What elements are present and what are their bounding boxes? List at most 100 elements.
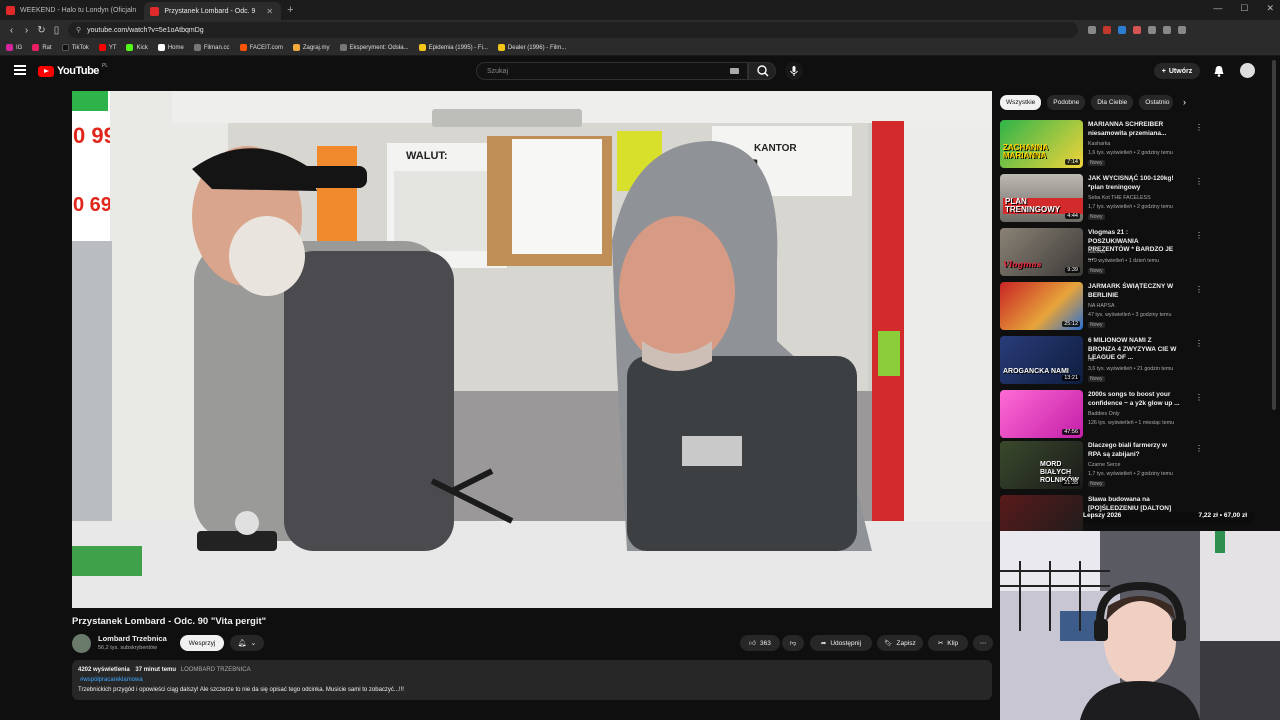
bookmark-item[interactable]: Dealer (1996) - Film... [497, 44, 566, 51]
minimize-icon[interactable]: — [1213, 3, 1222, 14]
video-thumbnail[interactable]: PLAN TRENINGOWY 4:44 [1000, 174, 1083, 222]
recommendation-item[interactable]: MORD BIAŁYCH ROLNIKÓW 21:35 Dlaczego bia… [1000, 441, 1203, 491]
share-button[interactable]: ➦ Udostępnij [810, 635, 872, 651]
more-vertical-icon[interactable]: ⋮ [1195, 231, 1203, 240]
video-thumbnail[interactable] [1000, 495, 1083, 531]
bookmark-item[interactable]: IG [6, 44, 22, 51]
video-thumbnail[interactable]: MORD BIAŁYCH ROLNIKÓW 21:35 [1000, 441, 1083, 489]
page-scrollbar[interactable] [1272, 60, 1276, 410]
new-badge: Nowy [1088, 376, 1105, 382]
menu-kebab-icon[interactable] [1178, 26, 1186, 34]
recommendation-title: JAK WYCISNĄĆ 100-120kg! *plan treningowy [1088, 175, 1174, 191]
description-meta: 4202 wyświetlenia 37 minut temu LOOMBARD… [78, 667, 251, 673]
chip-for-you[interactable]: Dla Ciebie [1091, 95, 1134, 110]
keyboard-icon[interactable] [730, 68, 739, 74]
voice-search-button[interactable] [785, 62, 803, 80]
clip-button[interactable]: ✂ Klip [928, 635, 968, 651]
recommendation-item[interactable]: ZACHANNA MARIANNA 7:14 MARIANNA SCHREIBE… [1000, 120, 1203, 170]
forward-icon[interactable]: › [19, 25, 34, 36]
upload-time: 37 minut temu [135, 667, 177, 673]
bookmark-item[interactable]: Eksperyment: Odsła... [339, 44, 409, 51]
extension-icon[interactable] [1088, 26, 1096, 34]
save-button[interactable]: 🔖︎ Zapisz [877, 635, 923, 651]
subscription-notifications-button[interactable]: 🔔︎ ⌄ [230, 635, 264, 651]
video-thumbnail[interactable]: 25:12 [1000, 282, 1083, 330]
new-badge: Nowy [1088, 322, 1105, 328]
bookmark-item[interactable]: Epidemia (1995) - Fi... [418, 44, 488, 51]
chip-all[interactable]: Wszystkie [1000, 95, 1042, 110]
support-button[interactable]: Wesprzyj [180, 635, 224, 651]
back-icon[interactable]: ‹ [4, 25, 19, 36]
recommendation-title: MARIANNA SCHREIBER niesamowita przemiana… [1088, 121, 1167, 137]
bookmark-page-icon[interactable]: ▯ [49, 25, 64, 36]
channel-name[interactable]: Lombard Trzebnica [98, 634, 167, 643]
recommendation-meta: 126 tys. wyświetleń • 1 miesiąc temu [1088, 420, 1175, 426]
bookmark-item[interactable]: Filman.cc [193, 44, 230, 51]
bookmark-item[interactable]: TikTok [61, 44, 89, 51]
recommendation-item[interactable]: 47:56 2000s songs to boost your confiden… [1000, 390, 1203, 440]
search-button[interactable] [748, 62, 776, 80]
browser-tab-active[interactable]: Przystanek Lombard - Odc. 9 ✕ [144, 2, 282, 20]
save-icon: 🔖︎ [884, 640, 893, 647]
maximize-icon[interactable]: ☐ [1240, 3, 1248, 14]
recommendation-item[interactable]: 25:12 JARMARK ŚWIĄTECZNY W BERLINIE NA H… [1000, 282, 1203, 332]
video-player[interactable]: 0 99 0 690 WALUT: KANTOR € [72, 91, 992, 608]
extension-icon[interactable] [1148, 26, 1156, 34]
youtube-favicon-icon [6, 5, 15, 15]
close-window-icon[interactable]: ✕ [1266, 3, 1274, 14]
extension-icon[interactable] [1118, 26, 1126, 34]
ticker-left-text: Lepszy 2026 [1083, 512, 1122, 519]
chip-recent[interactable]: Ostatnio [1139, 95, 1174, 110]
address-bar[interactable]: ⚲ youtube.com/watch?v=5e1oAtbqmDg [68, 22, 1078, 38]
create-button[interactable]: + Utwórz [1154, 63, 1200, 79]
description-box[interactable] [72, 660, 992, 700]
more-vertical-icon[interactable]: ⋮ [1195, 339, 1203, 348]
browser-toolbar: ‹ › ↻ ▯ ⚲ youtube.com/watch?v=5e1oAtbqmD… [0, 20, 1280, 40]
bookmark-item[interactable]: Rat [32, 44, 52, 51]
video-thumbnail[interactable]: Vlogmas 9:39 [1000, 228, 1083, 276]
channel-avatar[interactable] [72, 634, 91, 653]
more-vertical-icon[interactable]: ⋮ [1195, 123, 1203, 132]
recommendation-item[interactable]: PLAN TRENINGOWY 4:44 JAK WYCISNĄĆ 100-12… [1000, 174, 1203, 224]
download-icon[interactable] [1163, 26, 1171, 34]
bookmark-item[interactable]: FACEIT.com [239, 44, 283, 51]
more-vertical-icon[interactable]: ⋮ [1195, 444, 1203, 453]
recommendation-meta: 47 tys. wyświetleń • 3 godziny temu [1088, 312, 1172, 318]
more-vertical-icon[interactable]: ⋮ [1195, 393, 1203, 402]
bookmark-item[interactable]: Home [157, 44, 184, 51]
chip-related[interactable]: Podobne [1047, 95, 1086, 110]
bookmark-item[interactable]: Zagraj.my [292, 44, 330, 51]
more-horizontal-icon: ⋯ [979, 640, 987, 647]
video-thumbnail[interactable]: 47:56 [1000, 390, 1083, 438]
recommendation-title: 6 MILIONOW NAMI Z BRONZA 4 ZWYZYWA CIE W… [1088, 337, 1177, 361]
new-tab-icon[interactable]: + [281, 4, 299, 16]
reload-icon[interactable]: ↻ [34, 25, 49, 36]
recommendation-item[interactable]: AROGANCKA NAMI 13:21 6 MILIONOW NAMI Z B… [1000, 336, 1203, 386]
stream-ticker-overlay: Lepszy 2026 7,22 zł • 67,00 zł [1083, 512, 1253, 524]
like-button[interactable]: 👍︎ 363 [740, 635, 780, 651]
video-thumbnail[interactable]: AROGANCKA NAMI 13:21 [1000, 336, 1083, 384]
video-thumbnail[interactable]: ZACHANNA MARIANNA 7:14 [1000, 120, 1083, 168]
extension-icon[interactable] [1103, 26, 1111, 34]
close-tab-icon[interactable]: ✕ [266, 7, 273, 16]
search-input[interactable]: Szukaj [476, 62, 748, 80]
recommendation-meta: 1,7 tys. wyświetleń • 2 godziny temu [1088, 471, 1173, 477]
site-info-icon[interactable]: ⚲ [76, 26, 81, 34]
notifications-bell-icon[interactable] [1212, 64, 1226, 78]
bookmark-item[interactable]: Kick [126, 44, 148, 51]
bookmarks-bar: IG Rat TikTok YT Kick Home Filman.cc FAC… [0, 40, 1280, 56]
more-vertical-icon[interactable]: ⋮ [1195, 285, 1203, 294]
bookmark-item[interactable]: YT [98, 44, 116, 51]
dislike-button[interactable]: 👎︎ [782, 635, 804, 651]
hamburger-menu-icon[interactable] [14, 65, 26, 75]
hashtag-link[interactable]: #współpracareklamowa [80, 677, 143, 683]
browser-tab-strip: WEEKEND - Halo tu Londyn (Oficjaln Przys… [0, 0, 1280, 20]
browser-tab[interactable]: WEEKEND - Halo tu Londyn (Oficjaln [0, 1, 144, 19]
more-vertical-icon[interactable]: ⋮ [1195, 177, 1203, 186]
extension-icon[interactable] [1133, 26, 1141, 34]
account-avatar[interactable] [1240, 63, 1255, 78]
recommendation-item[interactable]: Vlogmas 9:39 Vlogmas 21 : POSZUKIWANIA P… [1000, 228, 1203, 278]
chevron-right-icon[interactable]: › [1183, 97, 1186, 107]
more-actions-button[interactable]: ⋯ [973, 635, 993, 651]
youtube-logo[interactable]: YouTube PL [38, 63, 108, 77]
